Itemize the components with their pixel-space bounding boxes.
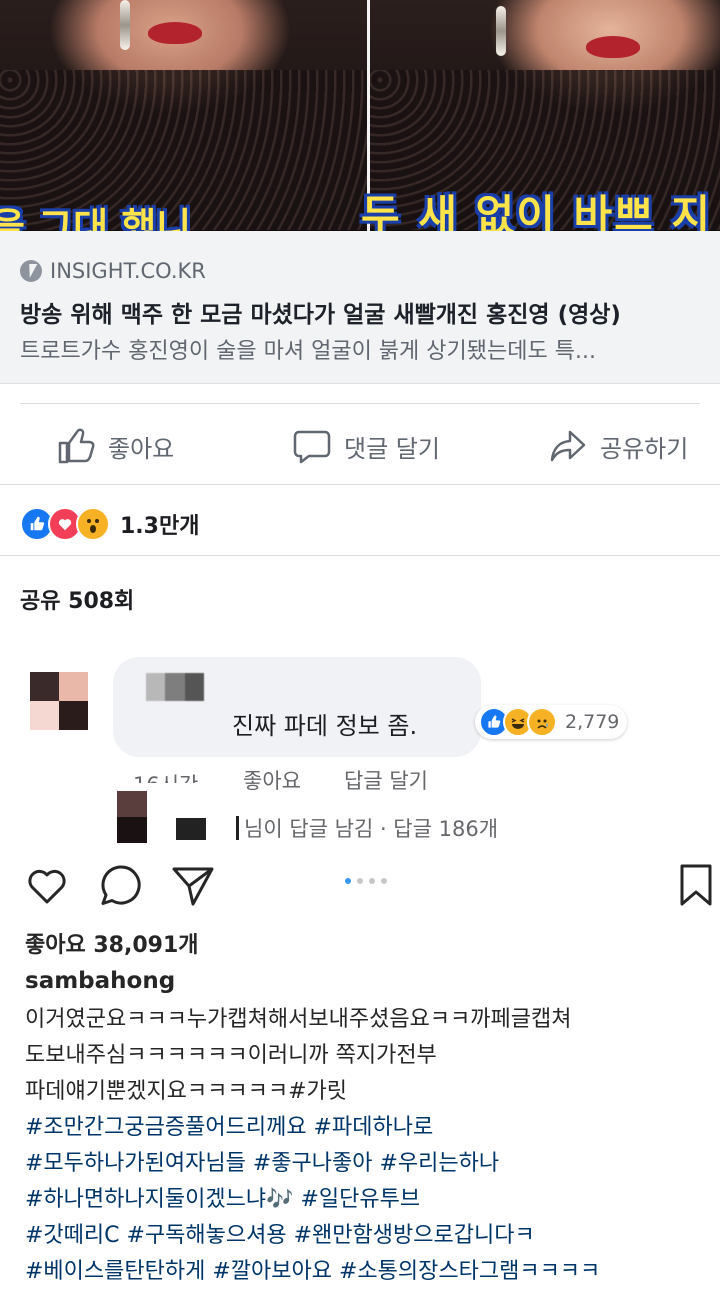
comment-reaction-count: 2,779: [565, 711, 620, 733]
replier-name-blurred: [176, 818, 206, 840]
comment-reply-link[interactable]: 답글 달기: [344, 765, 428, 795]
post-username[interactable]: sambahong: [25, 968, 175, 994]
replier-name-redaction: [236, 816, 239, 840]
link-domain: INSIGHT.CO.KR: [50, 259, 206, 283]
share-button[interactable]: 공유하기: [548, 412, 688, 480]
comment-bubble-icon[interactable]: [98, 862, 144, 908]
caption-line: 도보내주심ㅋㅋㅋㅋㅋㅋ이러니까 쪽지가전부: [25, 1043, 437, 1068]
divider: [20, 403, 700, 404]
post-action-row: 좋아요 댓글 달기 공유하기: [0, 412, 720, 480]
link-preview-card[interactable]: INSIGHT.CO.KR 방송 위해 맥주 한 모금 마셨다가 얼굴 새빨개진…: [0, 231, 720, 384]
likes-count[interactable]: 좋아요 38,091개: [25, 927, 199, 959]
carousel-dot: [345, 878, 351, 884]
sad-reaction-icon: [527, 707, 557, 737]
comment-timestamp: 16시간: [133, 769, 198, 783]
comment-icon: [293, 430, 331, 464]
reaction-count: 1.3만개: [120, 514, 200, 539]
carousel-indicator: [345, 878, 387, 884]
comment-like-link[interactable]: 좋아요: [243, 765, 301, 795]
link-description: 트로트가수 홍진영이 술을 마셔 얼굴이 붉게 상기됐는데도 특...: [20, 339, 596, 364]
hashtag-line[interactable]: #갓떼리C #구독해놓으셔용 #왠만함생방으로갑니다ㅋ: [25, 1218, 715, 1254]
wow-reaction-icon: [76, 507, 110, 541]
lightning-icon: [20, 260, 42, 282]
link-title: 방송 위해 맥주 한 모금 마셨다가 얼굴 새빨개진 홍진영 (영상): [20, 302, 621, 328]
comment-reactions[interactable]: 2,779: [475, 705, 628, 739]
divider: [0, 555, 720, 556]
comment-label: 댓글 달기: [344, 434, 440, 463]
divider: [0, 484, 720, 485]
video-thumbnail[interactable]: 을 그대 했니 두 새 없이 바쁘 지: [0, 0, 720, 231]
carousel-dot: [381, 878, 387, 884]
replier-avatar[interactable]: [117, 791, 147, 843]
reaction-summary[interactable]: 1.3만개: [20, 507, 199, 541]
instagram-action-bar: [0, 862, 720, 910]
share-icon: [550, 430, 586, 462]
carousel-dot: [369, 878, 375, 884]
share-label: 공유하기: [600, 434, 689, 463]
thumbs-up-icon: [58, 428, 95, 464]
like-label: 좋아요: [108, 434, 175, 463]
video-subtitle-right: 두 새 없이 바쁘 지: [361, 191, 712, 231]
bookmark-icon[interactable]: [678, 862, 714, 908]
comment-text: 진짜 파데 정보 좀.: [232, 712, 418, 740]
hashtag-line[interactable]: #모두하나가된여자님들 #좋구나좋아 #우리는하나: [25, 1146, 715, 1182]
caption-line: 이거였군요ㅋㅋㅋ누가캡쳐해서보내주셨음요ㅋㅋ까페글캡쳐: [25, 1007, 572, 1032]
carousel-dot: [357, 878, 363, 884]
share-count[interactable]: 공유 508회: [20, 583, 134, 615]
send-icon[interactable]: [170, 862, 216, 908]
hashtag-line[interactable]: #베이스를탄탄하게 #깔아보아요 #소통의장스타그램ㅋㅋㅋㅋ: [25, 1254, 715, 1290]
video-subtitle-left: 을 그대 했니: [0, 205, 192, 231]
hashtag-line[interactable]: #조만간그궁금증풀어드리께요 #파데하나로: [25, 1110, 715, 1146]
comment-button[interactable]: 댓글 달기: [292, 412, 440, 480]
hashtag-line[interactable]: #하나면하나지둘이겠느냐🎶 #일단유투브: [25, 1182, 715, 1218]
heart-icon[interactable]: [24, 862, 70, 908]
commenter-avatar[interactable]: [30, 672, 88, 730]
commenter-name-blurred: [146, 673, 204, 701]
caption-line: 파데얘기뿐겠지요ㅋㅋㅋㅋㅋ#가릿: [25, 1079, 348, 1104]
link-domain-row: INSIGHT.CO.KR: [20, 259, 206, 283]
post-caption: 이거였군요ㅋㅋㅋ누가캡쳐해서보내주셨음요ㅋㅋ까페글캡쳐 도보내주심ㅋㅋㅋㅋㅋㅋ이…: [25, 1002, 715, 1290]
reply-summary[interactable]: 님이 답글 남김 · 답글 186개: [244, 813, 498, 843]
like-button[interactable]: 좋아요: [56, 412, 174, 480]
